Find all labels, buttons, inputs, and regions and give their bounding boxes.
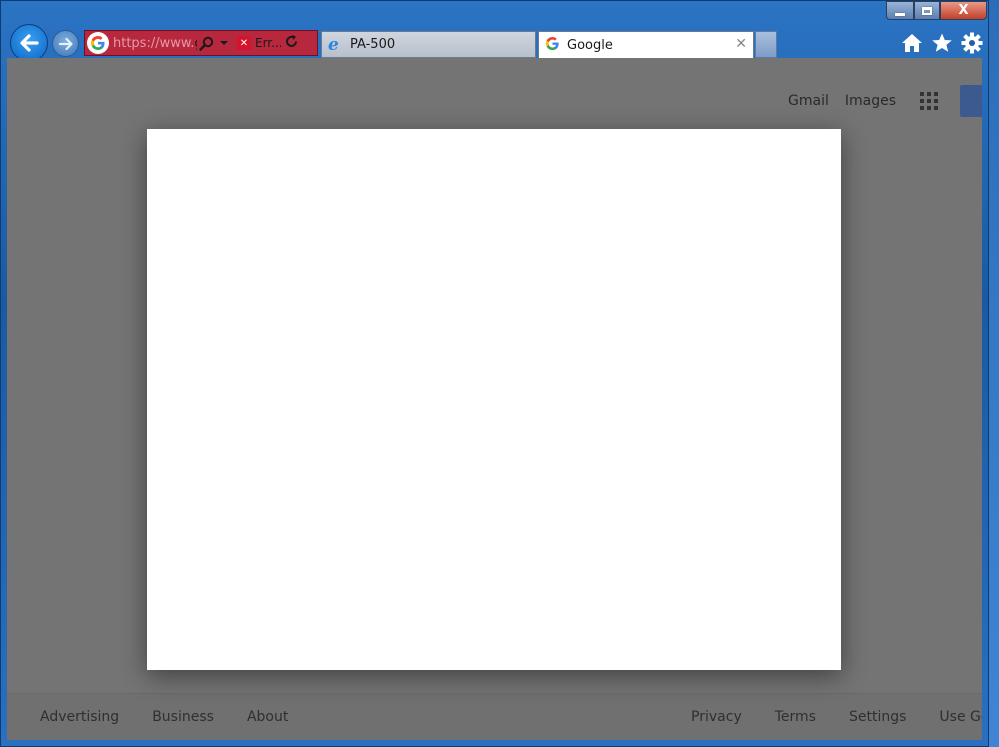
new-tab-button[interactable] [755,31,777,58]
search-icon[interactable] [197,33,215,53]
ie-icon: e [328,34,339,55]
home-icon[interactable] [899,30,925,56]
page-viewport: Gmail Images Advertising Business About … [7,58,982,740]
close-button[interactable]: X [940,1,987,20]
google-icon [545,36,561,55]
dropdown-chevron-icon[interactable] [215,33,233,53]
url-text-faded: https://www. [113,35,195,51]
settings-gear-icon[interactable] [959,30,985,56]
back-button[interactable] [10,24,48,62]
favorites-star-icon[interactable] [929,30,955,56]
footer-link-use-google[interactable]: Use Goo [939,709,982,725]
google-footer: Advertising Business About Privacy Terms… [7,693,982,740]
footer-left-links: Advertising Business About [40,709,288,725]
blank-modal-dialog [147,129,841,670]
footer-link-advertising[interactable]: Advertising [40,709,119,725]
close-icon: X [958,3,969,18]
google-top-nav: Gmail Images [788,85,982,117]
minimize-icon [895,12,905,16]
tab-label: PA-500 [350,37,396,52]
back-arrow-icon [20,34,39,52]
tab-pa-500[interactable]: e PA-500 [321,31,536,58]
forward-arrow-icon [58,37,73,50]
toolbar-icons [899,30,985,56]
tab-label: Google [567,37,613,53]
address-bar[interactable]: https://www.g ✕ Err... [84,30,318,56]
desktop-background [989,0,999,747]
site-favicon-google-icon [87,32,109,54]
maximize-icon [922,6,932,15]
error-label[interactable]: Err... [255,36,281,50]
footer-link-settings[interactable]: Settings [849,709,906,725]
images-link[interactable]: Images [845,93,896,109]
url-input[interactable]: https://www.g [113,36,197,51]
sign-in-button[interactable] [960,85,982,117]
apps-grid-icon[interactable] [920,92,938,110]
window-caption-buttons: X [886,1,987,20]
gmail-link[interactable]: Gmail [788,93,829,109]
maximize-button[interactable] [914,1,940,20]
minimize-button[interactable] [886,1,914,20]
footer-link-business[interactable]: Business [152,709,214,725]
footer-right-links: Privacy Terms Settings Use Goo [691,709,982,725]
tab-google[interactable]: Google ✕ [538,31,754,58]
footer-link-terms[interactable]: Terms [775,709,816,725]
tab-close-icon[interactable]: ✕ [735,36,747,52]
error-icon: ✕ [237,36,251,50]
footer-link-about[interactable]: About [247,709,288,725]
footer-link-privacy[interactable]: Privacy [691,709,742,725]
forward-button[interactable] [52,30,79,57]
refresh-icon[interactable] [281,34,301,53]
